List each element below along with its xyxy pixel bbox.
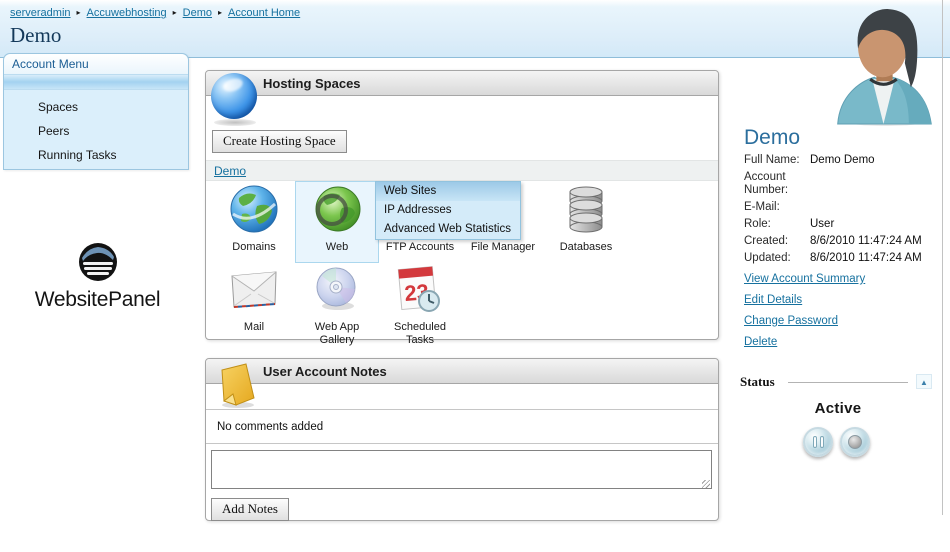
- shortcut-label: File Manager: [470, 241, 536, 253]
- hosting-spaces-sphere-icon: [211, 73, 257, 119]
- user-name-heading: Demo: [744, 126, 801, 149]
- shortcut-label: FTP Accounts: [385, 241, 455, 253]
- hosting-spaces-panel: Hosting Spaces Create Hosting Space Demo…: [205, 70, 719, 346]
- field-label: Created:: [744, 235, 789, 247]
- account-menu-panel: Account Menu Spaces Peers Running Tasks: [3, 53, 189, 170]
- breadcrumb-link-account-home[interactable]: Account Home: [228, 7, 300, 19]
- hosting-spaces-title: Hosting Spaces: [263, 76, 361, 91]
- page-title: Demo: [10, 23, 62, 47]
- user-details: Full Name: Demo Demo Account Number: E-M…: [744, 154, 946, 269]
- menu-item-advanced-web-statistics[interactable]: Advanced Web Statistics: [376, 220, 520, 239]
- shortcut-label: Domains: [232, 241, 276, 253]
- breadcrumb-link-serveradmin[interactable]: serveradmin: [10, 7, 71, 19]
- stop-icon: [848, 435, 862, 449]
- shortcut-label: Databases: [559, 241, 613, 253]
- notes-textarea[interactable]: [211, 450, 712, 489]
- sphere-shadow: [214, 119, 256, 126]
- field-label: Full Name:: [744, 154, 800, 166]
- websitepanel-page: serveradmin ▸ Accuwebhosting ▸ Demo ▸ Account …: [0, 0, 950, 552]
- shortcut-web[interactable]: Web: [296, 184, 378, 254]
- space-link-demo[interactable]: Demo: [214, 161, 246, 181]
- edit-details-link[interactable]: Edit Details: [744, 294, 865, 306]
- shortcut-label: Web: [325, 241, 349, 253]
- status-label: Status: [740, 374, 775, 389]
- breadcrumb-link-accuwebhosting[interactable]: Accuwebhosting: [87, 7, 167, 19]
- websitepanel-logo: WebsitePanel: [25, 242, 170, 312]
- field-updated: Updated: 8/6/2010 11:47:24 AM: [744, 252, 946, 265]
- shortcut-label: Web App Gallery: [314, 321, 360, 346]
- field-value: 8/6/2010 11:47:24 AM: [810, 235, 922, 247]
- field-account-number: Account Number:: [744, 171, 946, 197]
- breadcrumb-link-demo[interactable]: Demo: [183, 7, 212, 19]
- space-link-bar: Demo: [206, 160, 718, 181]
- view-account-summary-link[interactable]: View Account Summary: [744, 273, 865, 285]
- shortcut-label: Mail: [243, 321, 265, 333]
- menu-item-web-sites[interactable]: Web Sites: [376, 182, 520, 201]
- globe-blue-icon: [230, 185, 278, 233]
- user-action-links: View Account Summary Edit Details Change…: [744, 273, 865, 357]
- calendar-clock-icon: 23: [397, 266, 440, 312]
- database-icon: [569, 186, 603, 233]
- field-value: 8/6/2010 11:47:24 AM: [810, 252, 922, 264]
- delete-link[interactable]: Delete: [744, 336, 865, 348]
- user-avatar: [837, 9, 932, 126]
- notes-title: User Account Notes: [263, 364, 387, 379]
- breadcrumb-separator-icon: ▸: [76, 8, 81, 17]
- field-label: E-Mail:: [744, 201, 780, 213]
- shortcut-databases[interactable]: Databases: [545, 184, 627, 254]
- resize-grip-icon[interactable]: [702, 480, 710, 488]
- shortcut-scheduled-tasks[interactable]: 23 Scheduled Tasks: [379, 264, 461, 347]
- field-label: Account Number:: [744, 171, 789, 196]
- websitepanel-globe-icon: [78, 243, 117, 281]
- divider: [206, 443, 718, 444]
- account-menu-items: Spaces Peers Running Tasks: [4, 90, 188, 167]
- field-value: User: [810, 218, 835, 230]
- breadcrumb: serveradmin ▸ Accuwebhosting ▸ Demo ▸ Account …: [10, 7, 300, 19]
- shortcut-label: Scheduled Tasks: [394, 321, 446, 346]
- note-icon: [221, 363, 255, 408]
- change-password-link[interactable]: Change Password: [744, 315, 865, 327]
- breadcrumb-separator-icon: ▸: [172, 8, 177, 17]
- cancel-button[interactable]: [840, 427, 870, 457]
- field-label: Updated:: [744, 252, 791, 264]
- sidebar-item-running-tasks[interactable]: Running Tasks: [4, 143, 188, 167]
- status-section-header: Status ▲: [740, 374, 936, 390]
- sidebar-item-spaces[interactable]: Spaces: [4, 95, 188, 119]
- account-menu-title: Account Menu: [4, 54, 188, 74]
- cd-icon: [316, 267, 356, 310]
- account-menu-gloss-bar: [4, 74, 188, 90]
- status-value: Active: [814, 400, 862, 417]
- envelope-icon: [231, 271, 277, 308]
- divider: [206, 409, 718, 410]
- shortcut-mail[interactable]: Mail: [213, 264, 295, 334]
- notes-empty-message: No comments added: [217, 421, 324, 433]
- field-label: Role:: [744, 218, 771, 230]
- breadcrumb-separator-icon: ▸: [218, 8, 223, 17]
- field-full-name: Full Name: Demo Demo: [744, 154, 946, 167]
- status-buttons: [803, 427, 870, 457]
- field-role: Role: User: [744, 218, 946, 231]
- pause-icon: [813, 436, 824, 448]
- user-account-notes-panel: User Account Notes No comments added Add…: [205, 358, 719, 521]
- field-value: Demo Demo: [810, 154, 875, 166]
- web-dropdown-menu: Web Sites IP Addresses Advanced Web Stat…: [375, 181, 521, 240]
- globe-green-icon: [315, 186, 361, 232]
- shortcut-domains[interactable]: Domains: [213, 184, 295, 254]
- field-created: Created: 8/6/2010 11:47:24 AM: [744, 235, 946, 248]
- field-email: E-Mail:: [744, 201, 946, 214]
- divider: [788, 382, 908, 383]
- suspend-button[interactable]: [803, 427, 833, 457]
- add-notes-button[interactable]: Add Notes: [211, 498, 289, 521]
- websitepanel-logo-text: WebsitePanel: [34, 288, 161, 311]
- collapse-section-icon[interactable]: ▲: [916, 374, 932, 389]
- sidebar-item-peers[interactable]: Peers: [4, 119, 188, 143]
- create-hosting-space-button[interactable]: Create Hosting Space: [212, 130, 347, 153]
- menu-item-ip-addresses[interactable]: IP Addresses: [376, 201, 520, 220]
- shortcut-web-app-gallery[interactable]: Web App Gallery: [296, 264, 378, 347]
